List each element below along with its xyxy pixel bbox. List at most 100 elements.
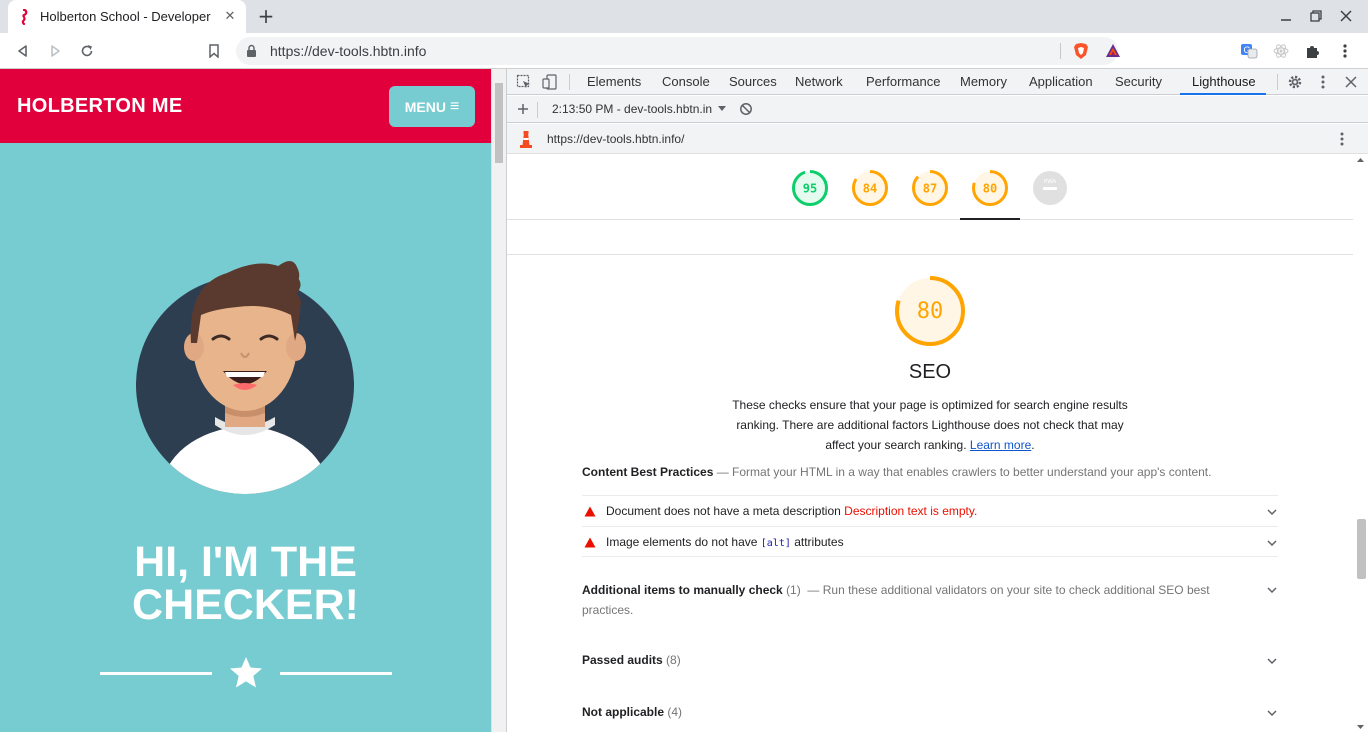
- divider-line-left: [100, 672, 212, 675]
- chevron-down-icon[interactable]: [1266, 584, 1278, 596]
- forward-icon[interactable]: [44, 40, 66, 62]
- tab-network[interactable]: Network: [795, 74, 843, 89]
- group-header: Content Best Practices — Format your HTM…: [582, 465, 1282, 479]
- lock-icon: [246, 44, 257, 61]
- audit-title: Image elements do not have [alt] attribu…: [606, 535, 844, 549]
- audit-row[interactable]: Document does not have a meta descriptio…: [582, 495, 1278, 526]
- group-title: Content Best Practices: [582, 465, 714, 479]
- gauge-score: 84: [863, 182, 877, 196]
- minimize-icon[interactable]: [1278, 8, 1294, 24]
- audit-row[interactable]: Image elements do not have [alt] attribu…: [582, 526, 1278, 557]
- close-window-icon[interactable]: [1338, 8, 1354, 24]
- menu-button[interactable]: MENU ≡: [389, 86, 475, 127]
- inspect-element-icon[interactable]: [515, 73, 533, 91]
- gauge-score: 80: [983, 182, 997, 196]
- section-divider: [507, 254, 1353, 255]
- browser-toolbar: https://dev-tools.hbtn.info G: [0, 33, 1368, 69]
- restore-icon[interactable]: [1308, 8, 1324, 24]
- clear-reports-icon[interactable]: [737, 100, 755, 118]
- new-report-plus-icon[interactable]: [514, 100, 532, 118]
- tab-lighthouse[interactable]: Lighthouse: [1192, 74, 1256, 89]
- scroll-up-arrow-icon[interactable]: [1353, 155, 1368, 165]
- chevron-down-icon[interactable]: [1266, 537, 1278, 549]
- brave-shield-icon[interactable]: [1072, 42, 1090, 63]
- bookmark-icon[interactable]: [203, 40, 225, 62]
- url-text: https://dev-tools.hbtn.info: [270, 43, 427, 59]
- report-selector[interactable]: 2:13:50 PM - dev-tools.hbtn.in: [552, 102, 712, 116]
- page-scrollbar-thumb[interactable]: [495, 83, 503, 163]
- tab-title: Holberton School - Developer: [40, 9, 211, 24]
- tab-performance[interactable]: Performance: [866, 74, 940, 89]
- gauge-score: 87: [923, 182, 937, 196]
- avatar: [136, 261, 354, 494]
- tab-sources[interactable]: Sources: [729, 74, 777, 89]
- alt-code: [alt]: [760, 538, 791, 549]
- translate-icon[interactable]: G: [1238, 40, 1260, 62]
- tab-elements[interactable]: Elements: [587, 74, 641, 89]
- audit-title-end: attributes: [790, 535, 844, 549]
- passed-title: Passed audits: [582, 653, 663, 667]
- manual-description-line1: — Run these additional validators on you…: [807, 583, 1210, 597]
- audit-title-text: Image elements do not have: [606, 535, 761, 549]
- device-toolbar-icon[interactable]: [541, 73, 559, 91]
- learn-more-link[interactable]: Learn more: [970, 438, 1031, 452]
- chevron-down-icon[interactable]: [1266, 506, 1278, 518]
- site-logo[interactable]: HOLBERTON ME: [17, 95, 182, 118]
- devtools-tabbar: Elements Console Sources Network Perform…: [507, 69, 1368, 95]
- chevron-down-icon[interactable]: [1266, 707, 1278, 719]
- scroll-down-arrow-icon[interactable]: [1353, 722, 1368, 732]
- devtools-close-icon[interactable]: [1342, 73, 1360, 91]
- tab-console[interactable]: Console: [662, 74, 710, 89]
- browser-menu-icon[interactable]: [1334, 40, 1356, 62]
- manual-count: (1): [786, 583, 801, 597]
- pwa-label: PWA: [1044, 179, 1056, 185]
- report-url-bar: https://dev-tools.hbtn.info/: [507, 124, 1368, 154]
- performance-gauge[interactable]: 95: [791, 169, 829, 207]
- description-end: .: [1031, 438, 1035, 452]
- accessibility-gauge[interactable]: 84: [851, 169, 889, 207]
- gauge-score: 95: [803, 182, 817, 196]
- dropdown-arrow-icon[interactable]: [713, 100, 731, 118]
- rewards-triangle-icon[interactable]: [1104, 42, 1122, 63]
- seo-gauge[interactable]: 80: [971, 169, 1009, 207]
- menu-label: MENU: [404, 98, 446, 115]
- extension-react-icon[interactable]: [1270, 40, 1292, 62]
- report-url: https://dev-tools.hbtn.info/: [547, 132, 685, 146]
- report-scrollbar-thumb[interactable]: [1357, 519, 1366, 579]
- fail-triangle-icon: [584, 506, 596, 517]
- lighthouse-toolbar: 2:13:50 PM - dev-tools.hbtn.in: [507, 96, 1368, 123]
- chevron-down-icon[interactable]: [1266, 655, 1278, 667]
- manual-description-line2: practices.: [582, 603, 634, 617]
- settings-gear-icon[interactable]: [1286, 73, 1304, 91]
- tabbar-separator: [1277, 74, 1278, 90]
- devtools-more-icon[interactable]: [1314, 73, 1332, 91]
- category-title: SEO: [908, 361, 952, 383]
- not-applicable-group[interactable]: Not applicable (4): [582, 705, 1278, 719]
- address-bar[interactable]: https://dev-tools.hbtn.info: [236, 37, 1120, 65]
- fail-triangle-icon: [584, 537, 596, 548]
- divider-line-right: [280, 672, 392, 675]
- manual-checks-group[interactable]: Additional items to manually check (1) —…: [582, 580, 1278, 620]
- new-tab-button[interactable]: +: [255, 4, 277, 28]
- report-scrollbar[interactable]: [1353, 155, 1368, 732]
- tab-application[interactable]: Application: [1029, 74, 1093, 89]
- browser-tab[interactable]: Holberton School - Developer ✕: [8, 0, 246, 33]
- extensions-puzzle-icon[interactable]: [1302, 40, 1324, 62]
- passed-audits-group[interactable]: Passed audits (8): [582, 653, 1278, 667]
- na-title: Not applicable: [582, 705, 665, 719]
- report-menu-icon[interactable]: [1333, 130, 1351, 148]
- best-practices-gauge[interactable]: 87: [911, 169, 949, 207]
- tab-memory[interactable]: Memory: [960, 74, 1007, 89]
- tabbar-separator: [569, 74, 570, 90]
- pwa-gauge[interactable]: PWA: [1031, 169, 1069, 207]
- tab-security[interactable]: Security: [1115, 74, 1162, 89]
- page-viewport: HOLBERTON ME MENU ≡ HI, I'M THE CHECKER!: [0, 69, 491, 732]
- hero-title: HI, I'M THE CHECKER!: [0, 541, 491, 627]
- reload-icon[interactable]: [76, 40, 98, 62]
- back-icon[interactable]: [12, 40, 34, 62]
- page-scrollbar[interactable]: [491, 69, 506, 732]
- tab-close-icon[interactable]: ✕: [222, 8, 238, 24]
- seahorse-favicon-icon: [16, 8, 32, 25]
- audit-display-value: Description text is empty.: [844, 504, 978, 518]
- seo-score-gauge: 80: [895, 276, 965, 346]
